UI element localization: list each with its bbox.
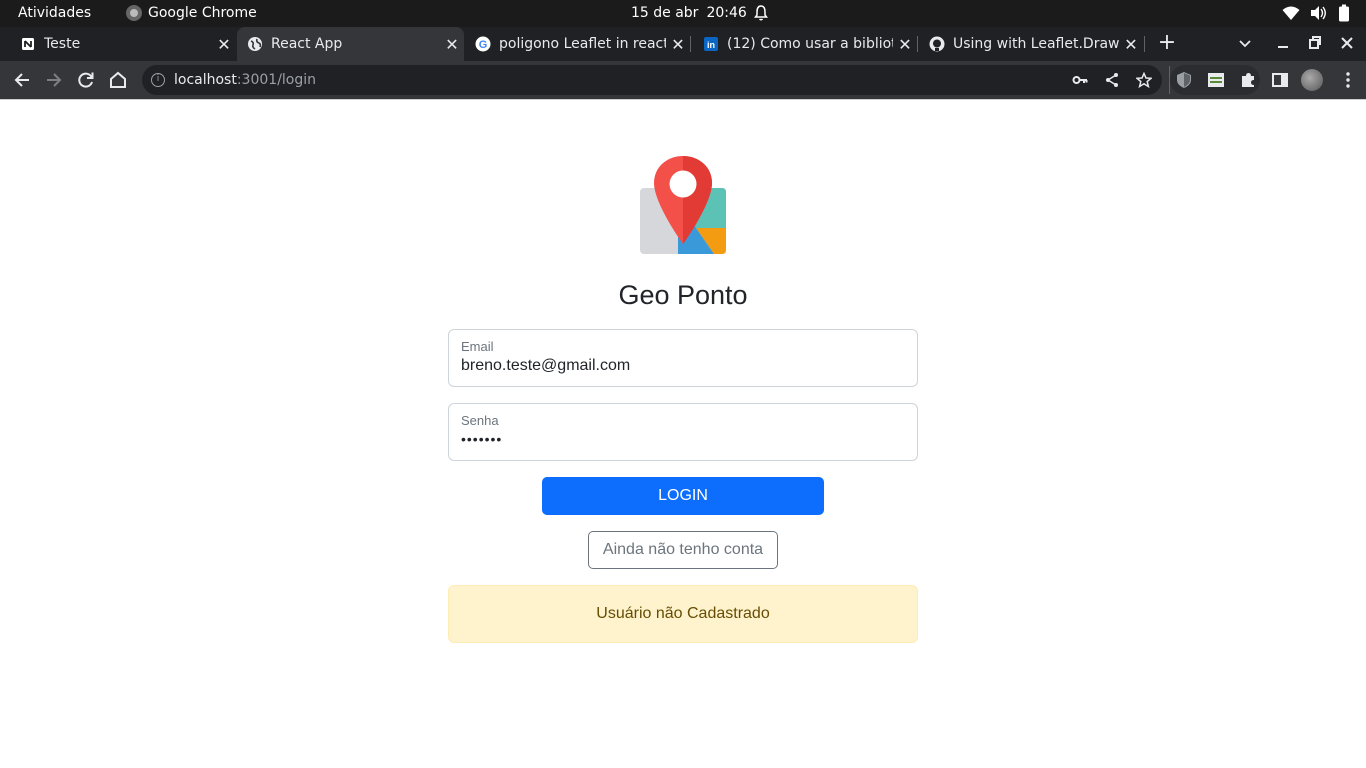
shield-extension-icon[interactable]	[1175, 71, 1193, 89]
tab-search-chevron-icon[interactable]	[1236, 33, 1254, 53]
clock-date: 15 de abr	[631, 5, 699, 21]
email-field[interactable]: Email breno.teste@gmail.com	[448, 329, 918, 387]
chrome-menu-icon[interactable]	[1339, 71, 1357, 89]
minimize-icon[interactable]	[1275, 34, 1291, 52]
user-not-registered-alert: Usuário não Cadastrado	[448, 585, 918, 643]
tab-linkedin[interactable]: in (12) Como usar a biblioteca ✕	[693, 27, 917, 61]
github-icon	[929, 36, 945, 52]
tab-title: Using with Leaflet.Draw	[953, 36, 1119, 52]
tab-title: (12) Como usar a biblioteca	[727, 36, 893, 52]
password-input[interactable]: •••••••	[461, 431, 502, 447]
clock-time: 20:46	[706, 5, 747, 21]
key-icon[interactable]	[1072, 72, 1088, 88]
os-top-bar: Atividades Google Chrome 15 de abr 20:46	[0, 0, 1366, 27]
tab-separator	[917, 36, 918, 52]
tab-teste[interactable]: Teste ✕	[10, 27, 236, 61]
svg-text:in: in	[707, 40, 715, 50]
tab-react-app[interactable]: React App ✕	[237, 27, 464, 61]
login-page: Geo Ponto Email breno.teste@gmail.com Se…	[0, 100, 1366, 768]
tab-title: React App	[271, 36, 343, 52]
forward-arrow-icon[interactable]	[44, 70, 64, 90]
tab-title: poligono Leaflet in react	[499, 36, 666, 52]
svg-text:G: G	[479, 39, 488, 51]
share-icon[interactable]	[1104, 72, 1120, 88]
battery-icon	[1339, 4, 1349, 22]
close-window-icon[interactable]	[1339, 34, 1355, 52]
back-arrow-icon[interactable]	[12, 70, 32, 90]
side-panel-icon[interactable]	[1271, 71, 1289, 89]
browser-toolbar: i localhost:3001/login	[0, 61, 1366, 99]
home-icon[interactable]	[108, 70, 128, 90]
tab-separator	[690, 36, 691, 52]
bookmark-star-icon[interactable]	[1136, 72, 1152, 88]
site-info-icon[interactable]: i	[151, 73, 165, 87]
chrome-icon	[126, 5, 142, 21]
url-text[interactable]: localhost:3001/login	[174, 72, 316, 88]
password-field[interactable]: Senha •••••••	[448, 403, 918, 461]
activities-button[interactable]: Atividades	[18, 5, 91, 21]
signup-button[interactable]: Ainda não tenho conta	[588, 531, 778, 569]
close-tab-icon[interactable]: ✕	[893, 35, 917, 54]
address-bar[interactable]: i localhost:3001/login	[142, 65, 1162, 95]
tab-separator	[1144, 36, 1145, 52]
email-label: Email	[461, 339, 494, 354]
close-tab-icon[interactable]: ✕	[1119, 35, 1143, 54]
close-tab-icon[interactable]: ✕	[440, 35, 464, 54]
close-tab-icon[interactable]: ✕	[212, 35, 236, 54]
login-button[interactable]: LOGIN	[542, 477, 824, 515]
reload-icon[interactable]	[76, 70, 96, 90]
map-pin-logo-icon	[640, 156, 726, 254]
password-label: Senha	[461, 413, 499, 428]
tab-strip: Teste ✕ React App ✕ G poligono Leaflet i…	[0, 27, 1366, 61]
profile-avatar[interactable]	[1301, 69, 1323, 91]
tab-github[interactable]: Using with Leaflet.Draw ✕	[919, 27, 1143, 61]
globe-icon	[247, 36, 263, 52]
tab-title: Teste	[44, 36, 81, 52]
clock[interactable]: 15 de abr 20:46	[631, 5, 747, 21]
tab-poligono-leaflet[interactable]: G poligono Leaflet in react ✕	[465, 27, 690, 61]
system-tray[interactable]	[1282, 4, 1350, 22]
email-input[interactable]: breno.teste@gmail.com	[461, 357, 630, 375]
app-brand-title: Geo Ponto	[618, 280, 748, 310]
puzzle-extensions-icon[interactable]	[1239, 71, 1257, 89]
volume-icon	[1311, 6, 1326, 20]
close-tab-icon[interactable]: ✕	[666, 35, 690, 54]
new-tab-plus-icon[interactable]: +	[1156, 32, 1178, 54]
sheets-extension-icon[interactable]	[1207, 71, 1225, 89]
notion-icon	[20, 36, 36, 52]
app-name: Google Chrome	[148, 5, 257, 21]
linkedin-icon: in	[703, 36, 719, 52]
google-icon: G	[475, 36, 491, 52]
wifi-icon	[1282, 6, 1300, 20]
bell-icon	[754, 5, 768, 21]
restore-icon[interactable]	[1307, 34, 1323, 52]
app-menu[interactable]: Google Chrome	[126, 5, 257, 21]
